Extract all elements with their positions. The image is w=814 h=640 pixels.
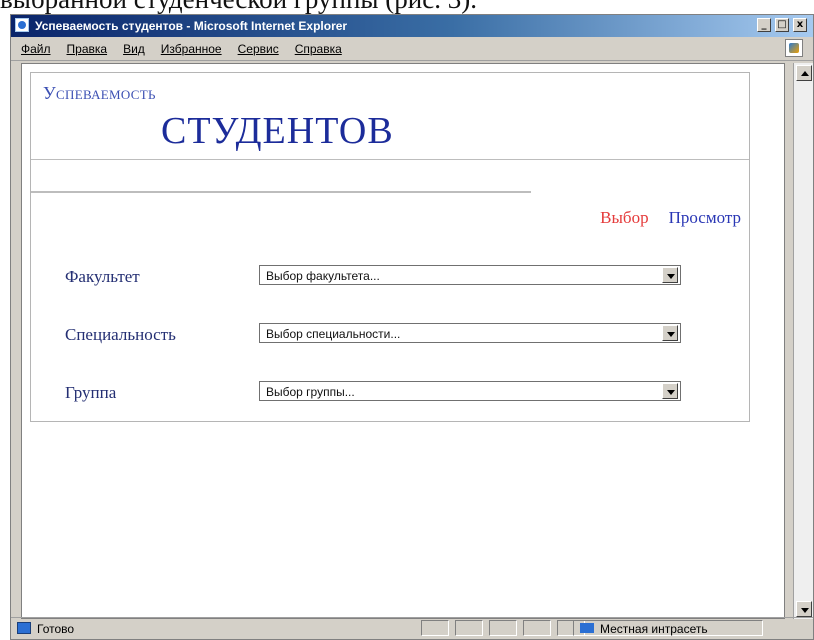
status-panel bbox=[421, 620, 449, 636]
status-bar: Готово Местная интрасеть bbox=[11, 617, 813, 639]
title-bar[interactable]: Успеваемость студентов - Microsoft Inter… bbox=[11, 15, 813, 37]
status-panel bbox=[523, 620, 551, 636]
filter-form: Факультет Выбор факультета... Специально… bbox=[65, 263, 725, 437]
ie-throbber-icon bbox=[785, 39, 803, 57]
status-panel bbox=[455, 620, 483, 636]
page-frame: Успеваемость СТУДЕНТОВ Выбор Просмотр Фа… bbox=[30, 72, 750, 422]
security-zone-text: Местная интрасеть bbox=[600, 622, 708, 636]
nav-link-view[interactable]: Просмотр bbox=[669, 208, 741, 228]
intranet-zone-icon bbox=[580, 623, 594, 633]
status-panel bbox=[489, 620, 517, 636]
page-icon bbox=[17, 622, 31, 634]
group-label: Группа bbox=[65, 383, 117, 402]
scroll-down-button[interactable] bbox=[796, 601, 812, 617]
group-select[interactable]: Выбор группы... bbox=[259, 381, 681, 401]
security-zone: Местная интрасеть bbox=[573, 620, 763, 636]
form-row-faculty: Факультет Выбор факультета... bbox=[65, 263, 725, 321]
menu-item-help[interactable]: Справка bbox=[295, 42, 342, 56]
minimize-button[interactable]: _ bbox=[757, 18, 771, 32]
maximize-button[interactable]: □ bbox=[775, 18, 789, 32]
chevron-down-icon[interactable] bbox=[662, 267, 678, 283]
window-controls: _ □ x bbox=[757, 18, 807, 32]
chevron-down-icon[interactable] bbox=[662, 383, 678, 399]
specialty-select-value: Выбор специальности... bbox=[266, 327, 401, 341]
top-nav: Выбор Просмотр bbox=[600, 208, 741, 228]
menu-item-edit[interactable]: Правка bbox=[67, 42, 108, 56]
browser-content: Успеваемость СТУДЕНТОВ Выбор Просмотр Фа… bbox=[21, 63, 785, 619]
menu-item-view[interactable]: Вид bbox=[123, 42, 145, 56]
faculty-label: Факультет bbox=[65, 267, 140, 286]
menu-item-favorites[interactable]: Избранное bbox=[161, 42, 222, 56]
faculty-select-value: Выбор факультета... bbox=[266, 269, 380, 283]
ie-window: Успеваемость студентов - Microsoft Inter… bbox=[10, 14, 814, 640]
document-caption-top: выбранной студенческой группы (рис. 3). bbox=[0, 0, 814, 14]
specialty-select[interactable]: Выбор специальности... bbox=[259, 323, 681, 343]
header-divider bbox=[31, 159, 749, 160]
close-button[interactable]: x bbox=[793, 18, 807, 32]
faculty-select[interactable]: Выбор факультета... bbox=[259, 265, 681, 285]
menu-items: Файл Правка Вид Избранное Сервис Справка bbox=[21, 42, 342, 56]
group-select-value: Выбор группы... bbox=[266, 385, 355, 399]
internet-explorer-icon bbox=[15, 18, 29, 32]
page-header-big: СТУДЕНТОВ bbox=[161, 110, 394, 152]
vertical-scrollbar[interactable] bbox=[793, 63, 813, 619]
form-row-specialty: Специальность Выбор специальности... bbox=[65, 321, 725, 379]
header-divider-secondary bbox=[31, 191, 531, 193]
menu-bar: Файл Правка Вид Избранное Сервис Справка bbox=[11, 37, 813, 61]
form-row-group: Группа Выбор группы... bbox=[65, 379, 725, 437]
status-panels bbox=[421, 620, 585, 636]
menu-item-file[interactable]: Файл bbox=[21, 42, 51, 56]
scroll-up-button[interactable] bbox=[796, 65, 812, 81]
specialty-label: Специальность bbox=[65, 325, 176, 344]
nav-link-choose[interactable]: Выбор bbox=[600, 208, 648, 228]
menu-item-tools[interactable]: Сервис bbox=[238, 42, 279, 56]
chevron-down-icon[interactable] bbox=[662, 325, 678, 341]
page-header-small: Успеваемость bbox=[43, 83, 156, 103]
status-text: Готово bbox=[37, 622, 75, 636]
window-title: Успеваемость студентов - Microsoft Inter… bbox=[35, 19, 348, 33]
